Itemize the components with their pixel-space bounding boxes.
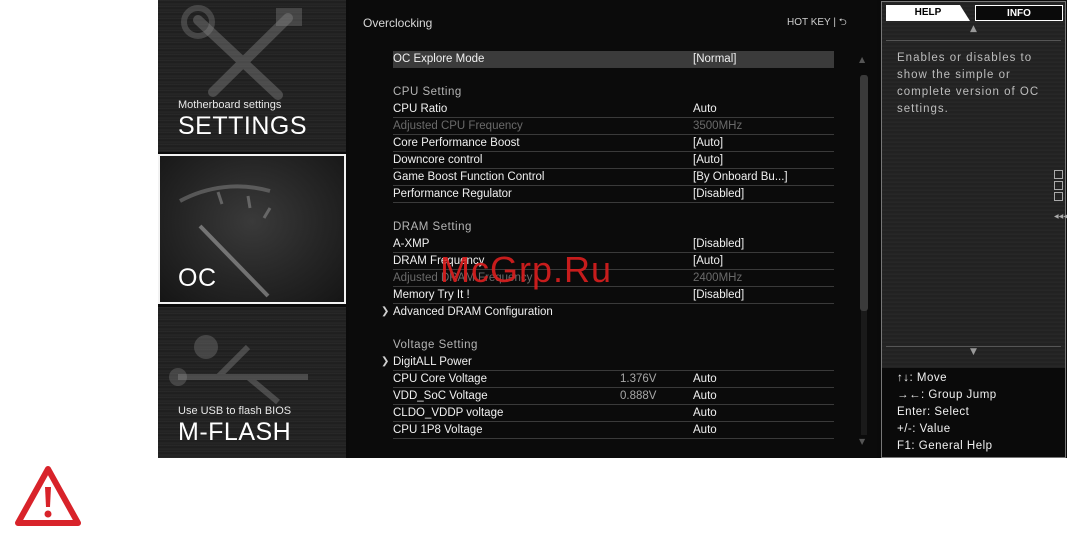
row-value: [Disabled] [693,188,745,200]
key-group-jump: →←: Group Jump [897,389,997,401]
settings-list: OC Explore Mode [Normal] CPU Setting CPU… [381,51,834,439]
row-value: Auto [693,390,717,402]
row-label: Adjusted CPU Frequency [393,120,523,132]
row-value: [Normal] [693,53,737,65]
adjusted-cpu-frequency-row: Adjusted CPU Frequency 3500MHz [393,118,834,135]
tab-info[interactable]: INFO [975,5,1063,21]
performance-regulator-row[interactable]: Performance Regulator [Disabled] [393,186,834,203]
row-label: Game Boost Function Control [393,171,545,183]
row-label: VDD_SoC Voltage [393,390,488,402]
row-label: A-XMP [393,238,430,250]
row-value: Auto [693,373,717,385]
mflash-tile[interactable]: Use USB to flash BIOS M-FLASH [158,307,346,458]
oc-title: OC [178,264,217,292]
current-voltage: 1.376V [620,373,657,385]
hotkey-button[interactable]: HOT KEY | ⮌ [787,15,847,32]
row-label: CPU Ratio [393,103,448,115]
row-value: Auto [693,103,717,115]
row-label: Performance Regulator [393,188,512,200]
settings-title: SETTINGS [178,112,308,140]
row-label: Advanced DRAM Configuration [393,306,553,318]
row-label: Core Performance Boost [393,137,520,149]
scroll-up-icon[interactable]: ▲ [886,24,1061,41]
row-value: [Disabled] [693,289,745,301]
digitall-power-row[interactable]: ❯ DigitALL Power [381,354,834,371]
game-boost-function-control-row[interactable]: Game Boost Function Control [By Onboard … [393,169,834,186]
mflash-subtitle: Use USB to flash BIOS [178,405,292,417]
key-legend: ↑↓: Move →←: Group Jump Enter: Select +/… [882,368,1065,457]
row-label: Downcore control [393,154,483,166]
row-value: Auto [693,424,717,436]
row-value: Auto [693,407,717,419]
submenu-arrow-icon: ❯ [381,356,390,367]
mflash-title: M-FLASH [178,418,292,446]
current-voltage: 0.888V [620,390,657,402]
row-value: [Disabled] [693,238,745,250]
core-performance-boost-row[interactable]: Core Performance Boost [Auto] [393,135,834,152]
scrollbar[interactable]: ▲ ▼ [859,55,869,450]
section-voltage-setting: Voltage Setting [393,339,478,351]
row-value: [Auto] [693,137,724,149]
scroll-thumb[interactable] [860,75,868,311]
key-value: +/-: Value [897,423,951,435]
cpu-1p8-voltage-row[interactable]: CPU 1P8 Voltage Auto [393,422,834,439]
scroll-down-icon[interactable]: ▼ [859,437,865,446]
row-label: CPU Core Voltage [393,373,487,385]
row-value: 2400MHz [693,272,743,284]
key-select: Enter: Select [897,406,970,418]
settings-subtitle: Motherboard settings [178,99,282,111]
cldo-vddp-voltage-row[interactable]: CLDO_VDDP voltage Auto [393,405,834,422]
scroll-down-icon[interactable]: ▼ [886,346,1061,363]
key-general-help: F1: General Help [897,440,993,452]
watermark: McGrp.Ru [440,249,613,290]
submenu-arrow-icon: ❯ [381,306,390,317]
cpu-ratio-row[interactable]: CPU Ratio Auto [393,101,834,118]
row-label: CPU 1P8 Voltage [393,424,483,436]
row-value: [Auto] [693,154,724,166]
downcore-control-row[interactable]: Downcore control [Auto] [393,152,834,169]
page-title: Overclocking [363,16,433,30]
help-text: Enables or disables to show the simple o… [897,52,1040,115]
overclocking-panel: Overclocking HOT KEY | ⮌ OC Explore Mode… [349,0,877,458]
scroll-up-icon[interactable]: ▲ [859,55,865,64]
warning-icon [15,466,81,526]
section-dram-setting: DRAM Setting [393,221,472,233]
section-cpu-setting: CPU Setting [393,86,462,98]
oc-explore-mode-row[interactable]: OC Explore Mode [Normal] [393,51,834,68]
panel-dock-icon[interactable]: ◀◀◀ [1054,170,1067,222]
row-value: 3500MHz [693,120,743,132]
oc-tile[interactable]: OC [158,154,346,304]
row-label: OC Explore Mode [393,53,485,65]
settings-tile[interactable]: Motherboard settings SETTINGS [158,0,346,152]
cpu-core-voltage-row[interactable]: CPU Core Voltage 1.376V Auto [393,371,834,388]
key-move: ↑↓: Move [897,372,948,384]
row-label: CLDO_VDDP voltage [393,407,504,419]
help-panel: HELP INFO ▲ Enables or disables to show … [881,1,1067,458]
advanced-dram-configuration-row[interactable]: ❯ Advanced DRAM Configuration [381,304,834,321]
row-label: DigitALL Power [393,356,472,368]
tab-help[interactable]: HELP [886,5,970,21]
row-value: [Auto] [693,255,724,267]
row-value: [By Onboard Bu...] [693,171,788,183]
vdd-soc-voltage-row[interactable]: VDD_SoC Voltage 0.888V Auto [393,388,834,405]
